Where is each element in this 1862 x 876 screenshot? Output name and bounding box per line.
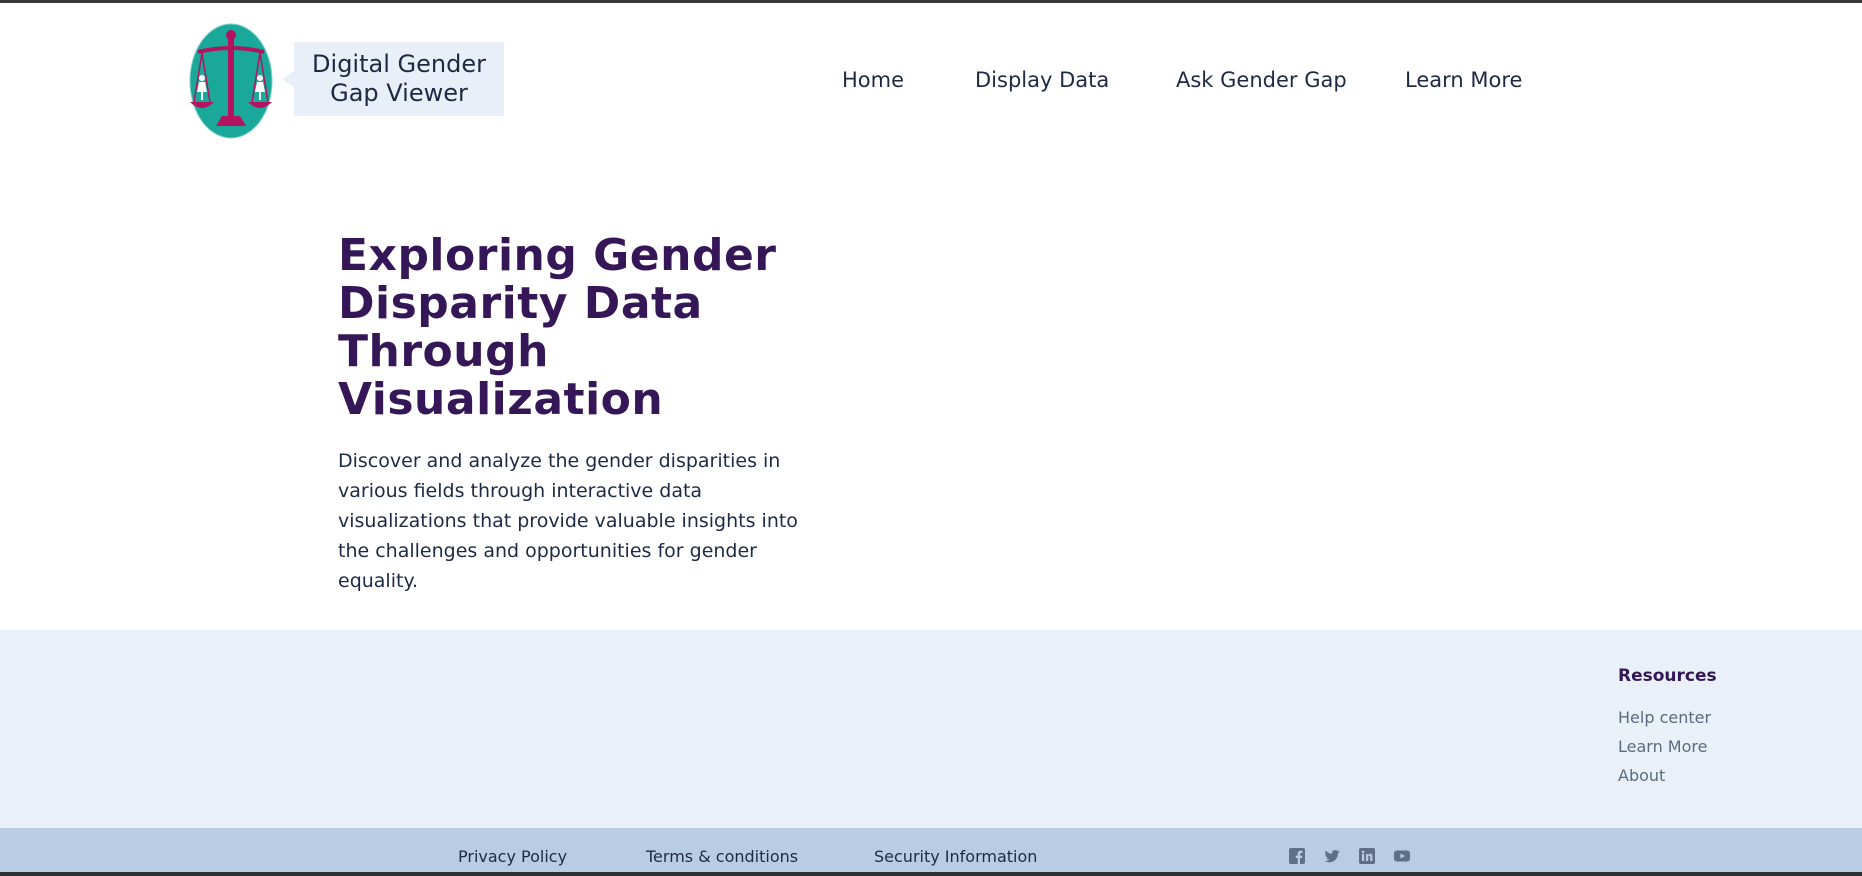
- hero-title-line: Exploring Gender: [338, 230, 777, 281]
- linkedin-icon[interactable]: [1359, 848, 1375, 864]
- logo-label-line1: Digital Gender: [312, 50, 486, 78]
- hero-title-line: Visualization: [338, 374, 664, 425]
- hero-title-line: Disparity Data: [338, 278, 703, 329]
- nav-display-data[interactable]: Display Data: [975, 68, 1109, 92]
- hero-title: Exploring Gender Disparity Data Through …: [338, 232, 778, 424]
- scales-of-justice-icon: [189, 23, 273, 139]
- logo-label-line2: Gap Viewer: [330, 79, 468, 107]
- window-bottom-border: [0, 872, 1862, 876]
- terms-conditions-link[interactable]: Terms & conditions: [646, 847, 798, 866]
- about-link[interactable]: About: [1618, 766, 1665, 785]
- nav-ask-gender-gap[interactable]: Ask Gender Gap: [1176, 68, 1347, 92]
- facebook-icon[interactable]: [1289, 848, 1305, 864]
- hero-description: Discover and analyze the gender disparit…: [338, 450, 798, 592]
- nav-learn-more[interactable]: Learn More: [1405, 68, 1522, 92]
- resources-heading: Resources: [1618, 666, 1717, 686]
- twitter-icon[interactable]: [1324, 848, 1340, 864]
- footer-legal-bar: Privacy Policy Terms & conditions Securi…: [0, 828, 1862, 876]
- youtube-icon[interactable]: [1394, 848, 1410, 864]
- learn-more-link[interactable]: Learn More: [1618, 737, 1707, 756]
- site-logo[interactable]: Digital Gender Gap Viewer: [188, 22, 504, 140]
- nav-home[interactable]: Home: [842, 68, 904, 92]
- hero-title-line: Through: [338, 326, 549, 377]
- window-top-border: [0, 0, 1862, 3]
- help-center-link[interactable]: Help center: [1618, 708, 1711, 727]
- privacy-policy-link[interactable]: Privacy Policy: [458, 847, 567, 866]
- logo-label: Digital Gender Gap Viewer: [282, 42, 504, 116]
- security-information-link[interactable]: Security Information: [874, 847, 1037, 866]
- footer-resources-section: Resources Help center Learn More About: [0, 630, 1862, 828]
